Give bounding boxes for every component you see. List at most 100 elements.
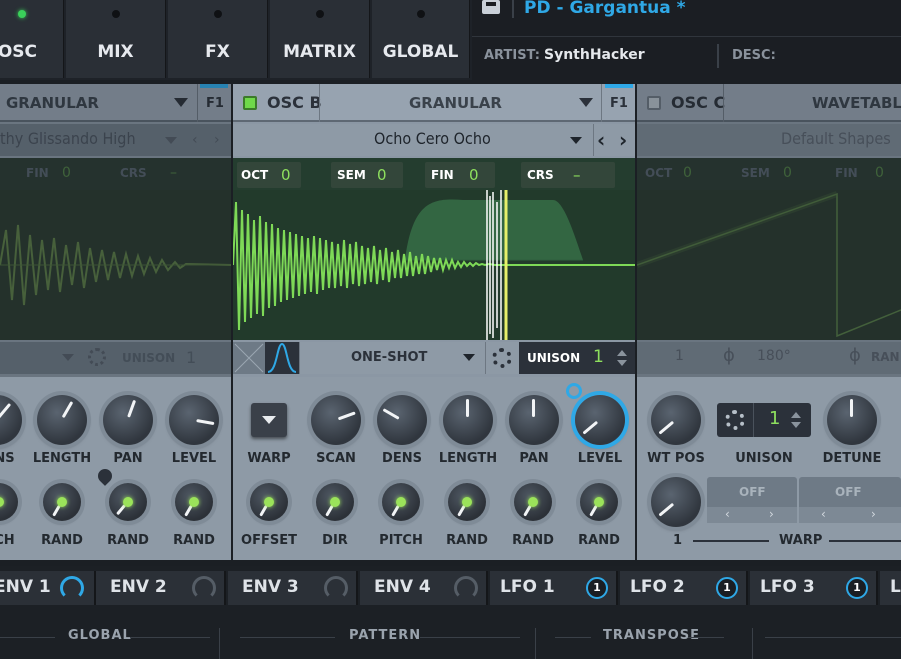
coarse-value[interactable]: – [170,165,177,181]
divider [688,637,724,638]
mod-source-icon[interactable] [566,383,582,399]
fine-value[interactable]: 0 [62,165,71,181]
dropdown-arrow-icon[interactable] [570,137,582,144]
unison-row: UNISON 1 [0,342,231,374]
knob[interactable] [103,395,153,445]
tab-label: MATRIX [283,42,356,62]
rand-knob[interactable] [580,483,618,521]
unison-row: ONE-SHOT UNISON 1 [233,342,635,374]
env-3-tab[interactable]: ENV 3 [228,571,358,605]
sample-name[interactable]: Ocho Cero Ocho [374,129,491,148]
rand-knob[interactable] [514,483,552,521]
knob-label: LEVEL [577,451,623,466]
warp-knob[interactable] [651,477,701,527]
osc-mode[interactable]: WAVETABLE [812,94,901,112]
dens-knob[interactable] [377,395,427,445]
lfo-4-tab[interactable]: L [880,571,901,605]
window-gauss-icon[interactable] [265,342,299,374]
tab-indicator [213,10,222,18]
mod-knob[interactable] [0,483,18,521]
fine-field[interactable]: FIN 0 [425,162,495,188]
length-knob[interactable] [443,395,493,445]
wavetable-display[interactable] [635,190,901,340]
window-shape-icon[interactable] [233,342,265,374]
lfo-3-tab[interactable]: LFO 3 1 [750,571,878,605]
next-icon[interactable]: › [214,132,220,148]
playmode-dropdown[interactable]: ONE-SHOT [351,350,427,365]
tab-fx[interactable]: FX [168,0,268,78]
dropdown-arrow-icon[interactable] [174,98,188,107]
osc-title: OSC B [267,93,322,112]
mod-knob[interactable] [43,483,81,521]
osc-mode[interactable]: GRANULAR [409,94,502,112]
osc-mode[interactable]: GRANULAR [6,94,99,112]
unison-field[interactable]: UNISON 1 [519,342,635,374]
dropdown-arrow-icon[interactable] [463,354,475,361]
lfo-2-tab[interactable]: LFO 2 1 [620,571,748,605]
lfo-count-badge: 1 [716,577,738,599]
increment-icon [791,412,801,418]
divider [765,637,901,638]
osc-b-knobs: WARP SCAN DENS LENGTH PAN LEVEL OFFSET D… [233,377,635,560]
level-knob[interactable] [575,395,625,445]
mod-knob[interactable] [175,483,213,521]
osc-b-header: OSC B GRANULAR F1 [233,84,635,122]
offset-knob[interactable] [250,483,288,521]
tab-global[interactable]: GLOBAL [372,0,470,78]
lfo-1-tab[interactable]: LFO 1 1 [490,571,618,605]
coarse-field[interactable]: CRS – [521,162,615,188]
mod-knob[interactable] [109,483,147,521]
tab-matrix[interactable]: MATRIX [270,0,370,78]
sample-selector[interactable]: Ocho Cero Ocho ‹ › [233,124,635,156]
osc-enable-toggle[interactable] [647,96,661,110]
env-2-tab[interactable]: ENV 2 [96,571,226,605]
unison-field[interactable]: 1 [717,403,811,437]
tab-mix[interactable]: MIX [66,0,166,78]
pitch-knob[interactable] [382,483,420,521]
prev-icon[interactable]: ‹ [597,128,605,152]
decrement-icon [791,422,801,428]
sample-selector[interactable]: thy Glissando High ‹ › [0,124,231,156]
tab-osc[interactable]: OSC [0,0,64,78]
oct-field[interactable]: OCT 0 [237,162,301,188]
filter-route[interactable]: F1 [197,84,231,122]
sem-field[interactable]: SEM 0 [331,162,403,188]
dir-knob[interactable] [316,483,354,521]
unison-value[interactable]: 1 [186,348,196,367]
wt-pos-knob[interactable] [651,395,701,445]
divider [472,36,901,37]
phase-icon[interactable]: ϕ [849,345,861,366]
next-icon[interactable]: › [619,128,627,152]
knob[interactable] [169,395,219,445]
env-1-tab[interactable]: ENV 1 [0,571,96,605]
mod-pin-icon[interactable] [95,466,115,486]
gear-icon[interactable] [492,348,512,368]
preset-name[interactable]: PD - Gargantua * [524,0,686,18]
scan-knob[interactable] [311,395,361,445]
warp-slot[interactable]: OFF ‹ › [799,477,901,523]
detune-knob[interactable] [827,395,877,445]
save-icon[interactable] [482,0,500,14]
phase-icon[interactable]: ϕ [723,345,735,366]
prev-icon[interactable]: ‹ [192,132,198,148]
knob[interactable] [0,395,22,445]
dropdown-arrow-icon[interactable] [579,98,593,107]
filter-route[interactable]: F1 [601,84,635,122]
dropdown-arrow-icon[interactable] [62,354,74,361]
dropdown-arrow-icon[interactable] [165,137,177,144]
env-indicator-icon [324,576,348,600]
sample-selector[interactable]: Default Shapes [637,124,901,156]
knob[interactable] [37,395,87,445]
rand-knob[interactable] [448,483,486,521]
pan-knob[interactable] [509,395,559,445]
env-4-tab[interactable]: ENV 4 [360,571,488,605]
waveform-display[interactable] [0,190,232,340]
waveform-display[interactable] [232,190,635,340]
warp-slot[interactable]: OFF ‹ › [707,477,797,523]
gear-icon[interactable] [88,348,106,366]
artist-name[interactable]: SynthHacker [544,47,645,63]
osc-c-panel: OSC C WAVETABLE Default Shapes OCT 0 SEM… [635,84,901,377]
osc-enable-toggle[interactable] [243,96,257,110]
warp-dropdown[interactable] [251,403,287,437]
divider [512,0,514,18]
